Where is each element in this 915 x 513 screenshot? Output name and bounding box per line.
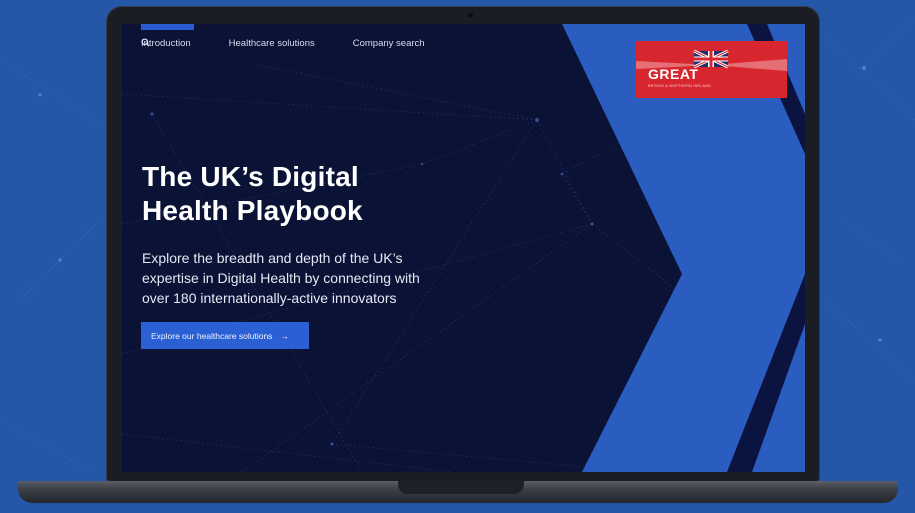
great-britain-logo[interactable]: GREAT BRITAIN & NORTHERN IRELAND bbox=[636, 41, 787, 98]
cta-label: Explore our healthcare solutions bbox=[151, 330, 273, 341]
company-search-label: Company search bbox=[352, 38, 425, 49]
nav-item-healthcare-solutions[interactable]: Healthcare solutions bbox=[229, 38, 315, 49]
hero-title-line: The UK’s Digital bbox=[142, 161, 359, 192]
camera-icon bbox=[468, 13, 473, 18]
hero-description: Explore the breadth and depth of the UK’… bbox=[142, 248, 482, 308]
laptop-opening-notch bbox=[398, 481, 524, 494]
hero-title: The UK’s Digital Health Playbook bbox=[142, 160, 472, 228]
nav-active-indicator bbox=[141, 24, 194, 30]
arrow-right-icon: → bbox=[280, 330, 289, 341]
hero-title-line: Health Playbook bbox=[142, 195, 363, 226]
great-logo-subtext: BRITAIN & NORTHERN IRELAND bbox=[648, 84, 711, 88]
explore-healthcare-solutions-button[interactable]: Explore our healthcare solutions → bbox=[141, 322, 309, 349]
hero-description-line: over 180 internationally-active innovato… bbox=[142, 290, 397, 306]
search-icon bbox=[141, 38, 150, 47]
website-screen: Introduction Healthcare solutions Compan… bbox=[122, 24, 805, 472]
top-navigation: Introduction Healthcare solutions Compan… bbox=[141, 38, 425, 49]
hero-description-line: Explore the breadth and depth of the UK’… bbox=[142, 250, 403, 266]
great-logo-word: GREAT bbox=[648, 66, 699, 82]
hero-description-line: expertise in Digital Health by connectin… bbox=[142, 270, 420, 286]
nav-item-company-search[interactable]: Company search bbox=[141, 38, 425, 49]
